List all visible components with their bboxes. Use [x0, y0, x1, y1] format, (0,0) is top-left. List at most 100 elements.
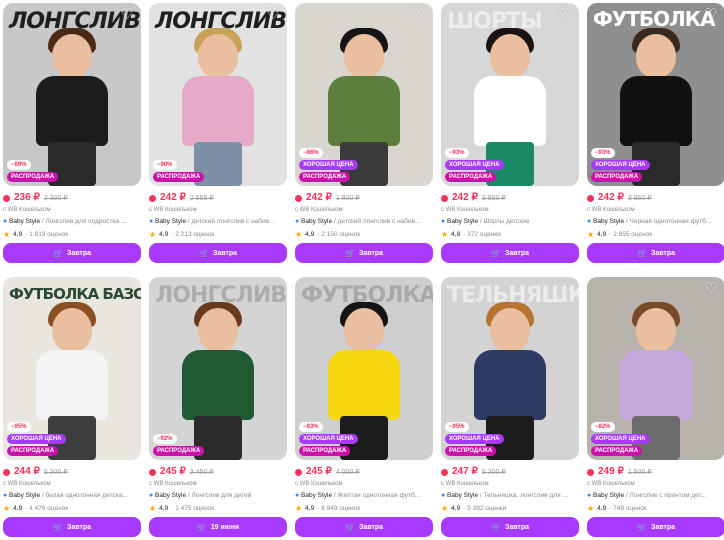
- heart-outline-icon[interactable]: ♡: [703, 281, 719, 297]
- product-card[interactable]: ТЕЛЬНЯШКА ♡ −95% ХОРОШАЯ ЦЕНАРАСПРОДАЖА …: [441, 277, 579, 537]
- delivery-date: Завтра: [650, 249, 676, 257]
- product-description[interactable]: / белая однотонная детска...: [40, 492, 128, 499]
- heart-outline-icon[interactable]: ♡: [411, 281, 427, 297]
- product-title[interactable]: ● Baby Style / детский лонгслив с набив.…: [149, 218, 287, 227]
- review-count[interactable]: · 4 476 оценок: [25, 505, 68, 512]
- product-description[interactable]: / Лонгслив для детей: [186, 492, 252, 499]
- product-card[interactable]: ШОРТЫ ♡ −93% ХОРОШАЯ ЦЕНА РАСПРОДАЖА 242 …: [441, 3, 579, 263]
- product-title[interactable]: ● Baby Style / Тельняшка, лонгслив для .…: [441, 492, 579, 501]
- review-count[interactable]: · 5 392 оценки: [463, 505, 506, 512]
- cart-icon: 🛒: [52, 522, 63, 532]
- add-to-cart-button[interactable]: 🛒 Завтра: [441, 517, 579, 537]
- add-to-cart-button[interactable]: 🛒 Завтра: [3, 243, 141, 263]
- brand-name[interactable]: Baby Style: [593, 218, 624, 225]
- product-title[interactable]: ● Baby Style / белая однотонная детска..…: [3, 492, 141, 501]
- review-count[interactable]: · 6 949 оценок: [317, 505, 360, 512]
- product-photo[interactable]: ФУТБОЛКА ♡ −93% ХОРОШАЯ ЦЕНА РАСПРОДАЖА: [587, 3, 724, 186]
- product-title[interactable]: ● Baby Style / Желтая однотонная футб...: [295, 492, 433, 501]
- promo-badge: ХОРОШАЯ ЦЕНА: [299, 160, 358, 170]
- add-to-cart-button[interactable]: 🛒 19 июня: [149, 517, 287, 537]
- add-to-cart-button[interactable]: 🛒 Завтра: [587, 517, 724, 537]
- heart-outline-icon[interactable]: ♡: [557, 281, 573, 297]
- rating-row: ★ 4,9 · 6 949 оценок: [295, 504, 433, 513]
- wallet-note: с WB Кошельком: [295, 481, 343, 487]
- heart-outline-icon[interactable]: ♡: [119, 7, 135, 23]
- add-to-cart-button[interactable]: 🛒 Завтра: [295, 243, 433, 263]
- review-count[interactable]: · 2 213 оценок: [171, 231, 214, 238]
- model-head: [636, 308, 676, 352]
- review-count[interactable]: · 2 855 оценок: [609, 231, 652, 238]
- product-card[interactable]: ФУТБОЛКА ♡ −93% ХОРОШАЯ ЦЕНА РАСПРОДАЖА 2…: [587, 3, 724, 263]
- heart-outline-icon[interactable]: ♡: [119, 281, 135, 297]
- brand-name[interactable]: Baby Style: [593, 492, 624, 499]
- brand-name[interactable]: Baby Style: [9, 492, 40, 499]
- product-description[interactable]: / Тельняшка, лонгслив для ...: [478, 492, 568, 499]
- product-description[interactable]: / Лонгслив для подростка ...: [40, 218, 126, 225]
- product-title[interactable]: ● Baby Style / Черная однотонная футб...: [587, 218, 724, 227]
- current-price: 247 ₽: [452, 466, 478, 477]
- product-photo[interactable]: ♡ −82% ХОРОШАЯ ЦЕНА РАСПРОДАЖА: [587, 277, 724, 460]
- product-title[interactable]: ● Baby Style / Лонгслив с принтом дет...: [587, 492, 724, 501]
- check-badge-icon: ●: [295, 492, 300, 499]
- add-to-cart-button[interactable]: 🛒 Завтра: [3, 517, 141, 537]
- review-count[interactable]: · 1 819 оценок: [25, 231, 68, 238]
- product-photo[interactable]: ШОРТЫ ♡ −93% ХОРОШАЯ ЦЕНА РАСПРОДАЖА: [441, 3, 579, 186]
- heart-outline-icon[interactable]: ♡: [265, 281, 281, 297]
- product-photo[interactable]: ЛОНГСЛИВ ♡ −92% РАСПРОДАЖА: [149, 277, 287, 460]
- star-icon: ★: [149, 230, 157, 239]
- product-card[interactable]: ЛОНГСЛИВ ♡ −92% РАСПРОДАЖА 245 ₽ 3 450 ₽…: [149, 277, 287, 537]
- add-to-cart-button[interactable]: 🛒 Завтра: [149, 243, 287, 263]
- product-title[interactable]: ● Baby Style / Лонгслив для подростка ..…: [3, 218, 141, 227]
- delivery-date: Завтра: [358, 523, 384, 531]
- add-to-cart-button[interactable]: 🛒 Завтра: [295, 517, 433, 537]
- product-card[interactable]: ЛОНГСЛИВ ♡ −90% РАСПРОДАЖА 242 ₽ 2 558 ₽…: [149, 3, 287, 263]
- heart-outline-icon[interactable]: ♡: [265, 7, 281, 23]
- heart-outline-icon[interactable]: ♡: [703, 7, 719, 23]
- review-count[interactable]: · 2 150 оценок: [317, 231, 360, 238]
- brand-name[interactable]: Baby Style: [447, 218, 478, 225]
- brand-name[interactable]: Baby Style: [447, 492, 478, 499]
- review-count[interactable]: · 372 оценки: [463, 231, 501, 238]
- heart-outline-icon[interactable]: ♡: [411, 7, 427, 23]
- brand-name[interactable]: Baby Style: [155, 218, 186, 225]
- wallet-icon: [587, 194, 594, 202]
- product-description[interactable]: / Лонгслив с принтом дет...: [624, 492, 706, 499]
- product-card[interactable]: ЛОНГСЛИВ ♡ −89% РАСПРОДАЖА 236 ₽ 2 300 ₽…: [3, 3, 141, 263]
- brand-name[interactable]: Baby Style: [301, 218, 332, 225]
- add-to-cart-button[interactable]: 🛒 Завтра: [441, 243, 579, 263]
- promo-badge: ХОРОШАЯ ЦЕНА: [299, 434, 358, 444]
- product-description[interactable]: / Шорты детские: [478, 218, 530, 225]
- product-photo[interactable]: ФУТБОЛКА БАЗОВАЯ ♡ −95% ХОРОШАЯ ЦЕНА РАСП…: [3, 277, 141, 460]
- product-photo[interactable]: ФУТБОЛКА ♡ −93% ХОРОШАЯ ЦЕНА РАСПРОДАЖА: [295, 277, 433, 460]
- badge-stack: −93% ХОРОШАЯ ЦЕНА РАСПРОДАЖА: [591, 148, 650, 182]
- rating-value: 4,9: [597, 505, 607, 512]
- brand-name[interactable]: Baby Style: [155, 492, 186, 499]
- brand-name[interactable]: Baby Style: [301, 492, 332, 499]
- product-description[interactable]: / Черная однотонная футб...: [624, 218, 711, 225]
- product-card[interactable]: ♡ −86% ХОРОШАЯ ЦЕНА РАСПРОДАЖА 242 ₽ 1 80…: [295, 3, 433, 263]
- star-icon: ★: [587, 504, 595, 513]
- add-to-cart-button[interactable]: 🛒 Завтра: [587, 243, 724, 263]
- product-photo[interactable]: ТЕЛЬНЯШКА ♡ −95% ХОРОШАЯ ЦЕНАРАСПРОДАЖА: [441, 277, 579, 460]
- discount-badge: −95%: [445, 422, 469, 432]
- rating-value: 4,9: [159, 231, 169, 238]
- product-photo[interactable]: ♡ −86% ХОРОШАЯ ЦЕНА РАСПРОДАЖА: [295, 3, 433, 186]
- product-photo[interactable]: ЛОНГСЛИВ ♡ −89% РАСПРОДАЖА: [3, 3, 141, 186]
- product-title[interactable]: ● Baby Style / детский лонгслив с набив.…: [295, 218, 433, 227]
- product-card[interactable]: ФУТБОЛКА БАЗОВАЯ ♡ −95% ХОРОШАЯ ЦЕНА РАСП…: [3, 277, 141, 537]
- brand-name[interactable]: Baby Style: [9, 218, 40, 225]
- product-description[interactable]: / Желтая однотонная футб...: [332, 492, 420, 499]
- product-description[interactable]: / детский лонгслив с набив...: [332, 218, 421, 225]
- wallet-note: с WB Кошельком: [295, 207, 343, 213]
- product-card[interactable]: ♡ −82% ХОРОШАЯ ЦЕНА РАСПРОДАЖА 249 ₽ 1 50…: [587, 277, 724, 537]
- heart-outline-icon[interactable]: ♡: [557, 7, 573, 23]
- product-card[interactable]: ФУТБОЛКА ♡ −93% ХОРОШАЯ ЦЕНА РАСПРОДАЖА 2…: [295, 277, 433, 537]
- wallet-note: с WB Кошельком: [149, 207, 197, 213]
- product-title[interactable]: ● Baby Style / Шорты детские: [441, 218, 579, 227]
- product-photo[interactable]: ЛОНГСЛИВ ♡ −90% РАСПРОДАЖА: [149, 3, 287, 186]
- model-shirt: [328, 76, 400, 146]
- review-count[interactable]: · 749 оценок: [609, 505, 647, 512]
- product-title[interactable]: ● Baby Style / Лонгслив для детей: [149, 492, 287, 501]
- review-count[interactable]: · 1 475 оценок: [171, 505, 214, 512]
- product-description[interactable]: / детский лонгслив с набив...: [186, 218, 275, 225]
